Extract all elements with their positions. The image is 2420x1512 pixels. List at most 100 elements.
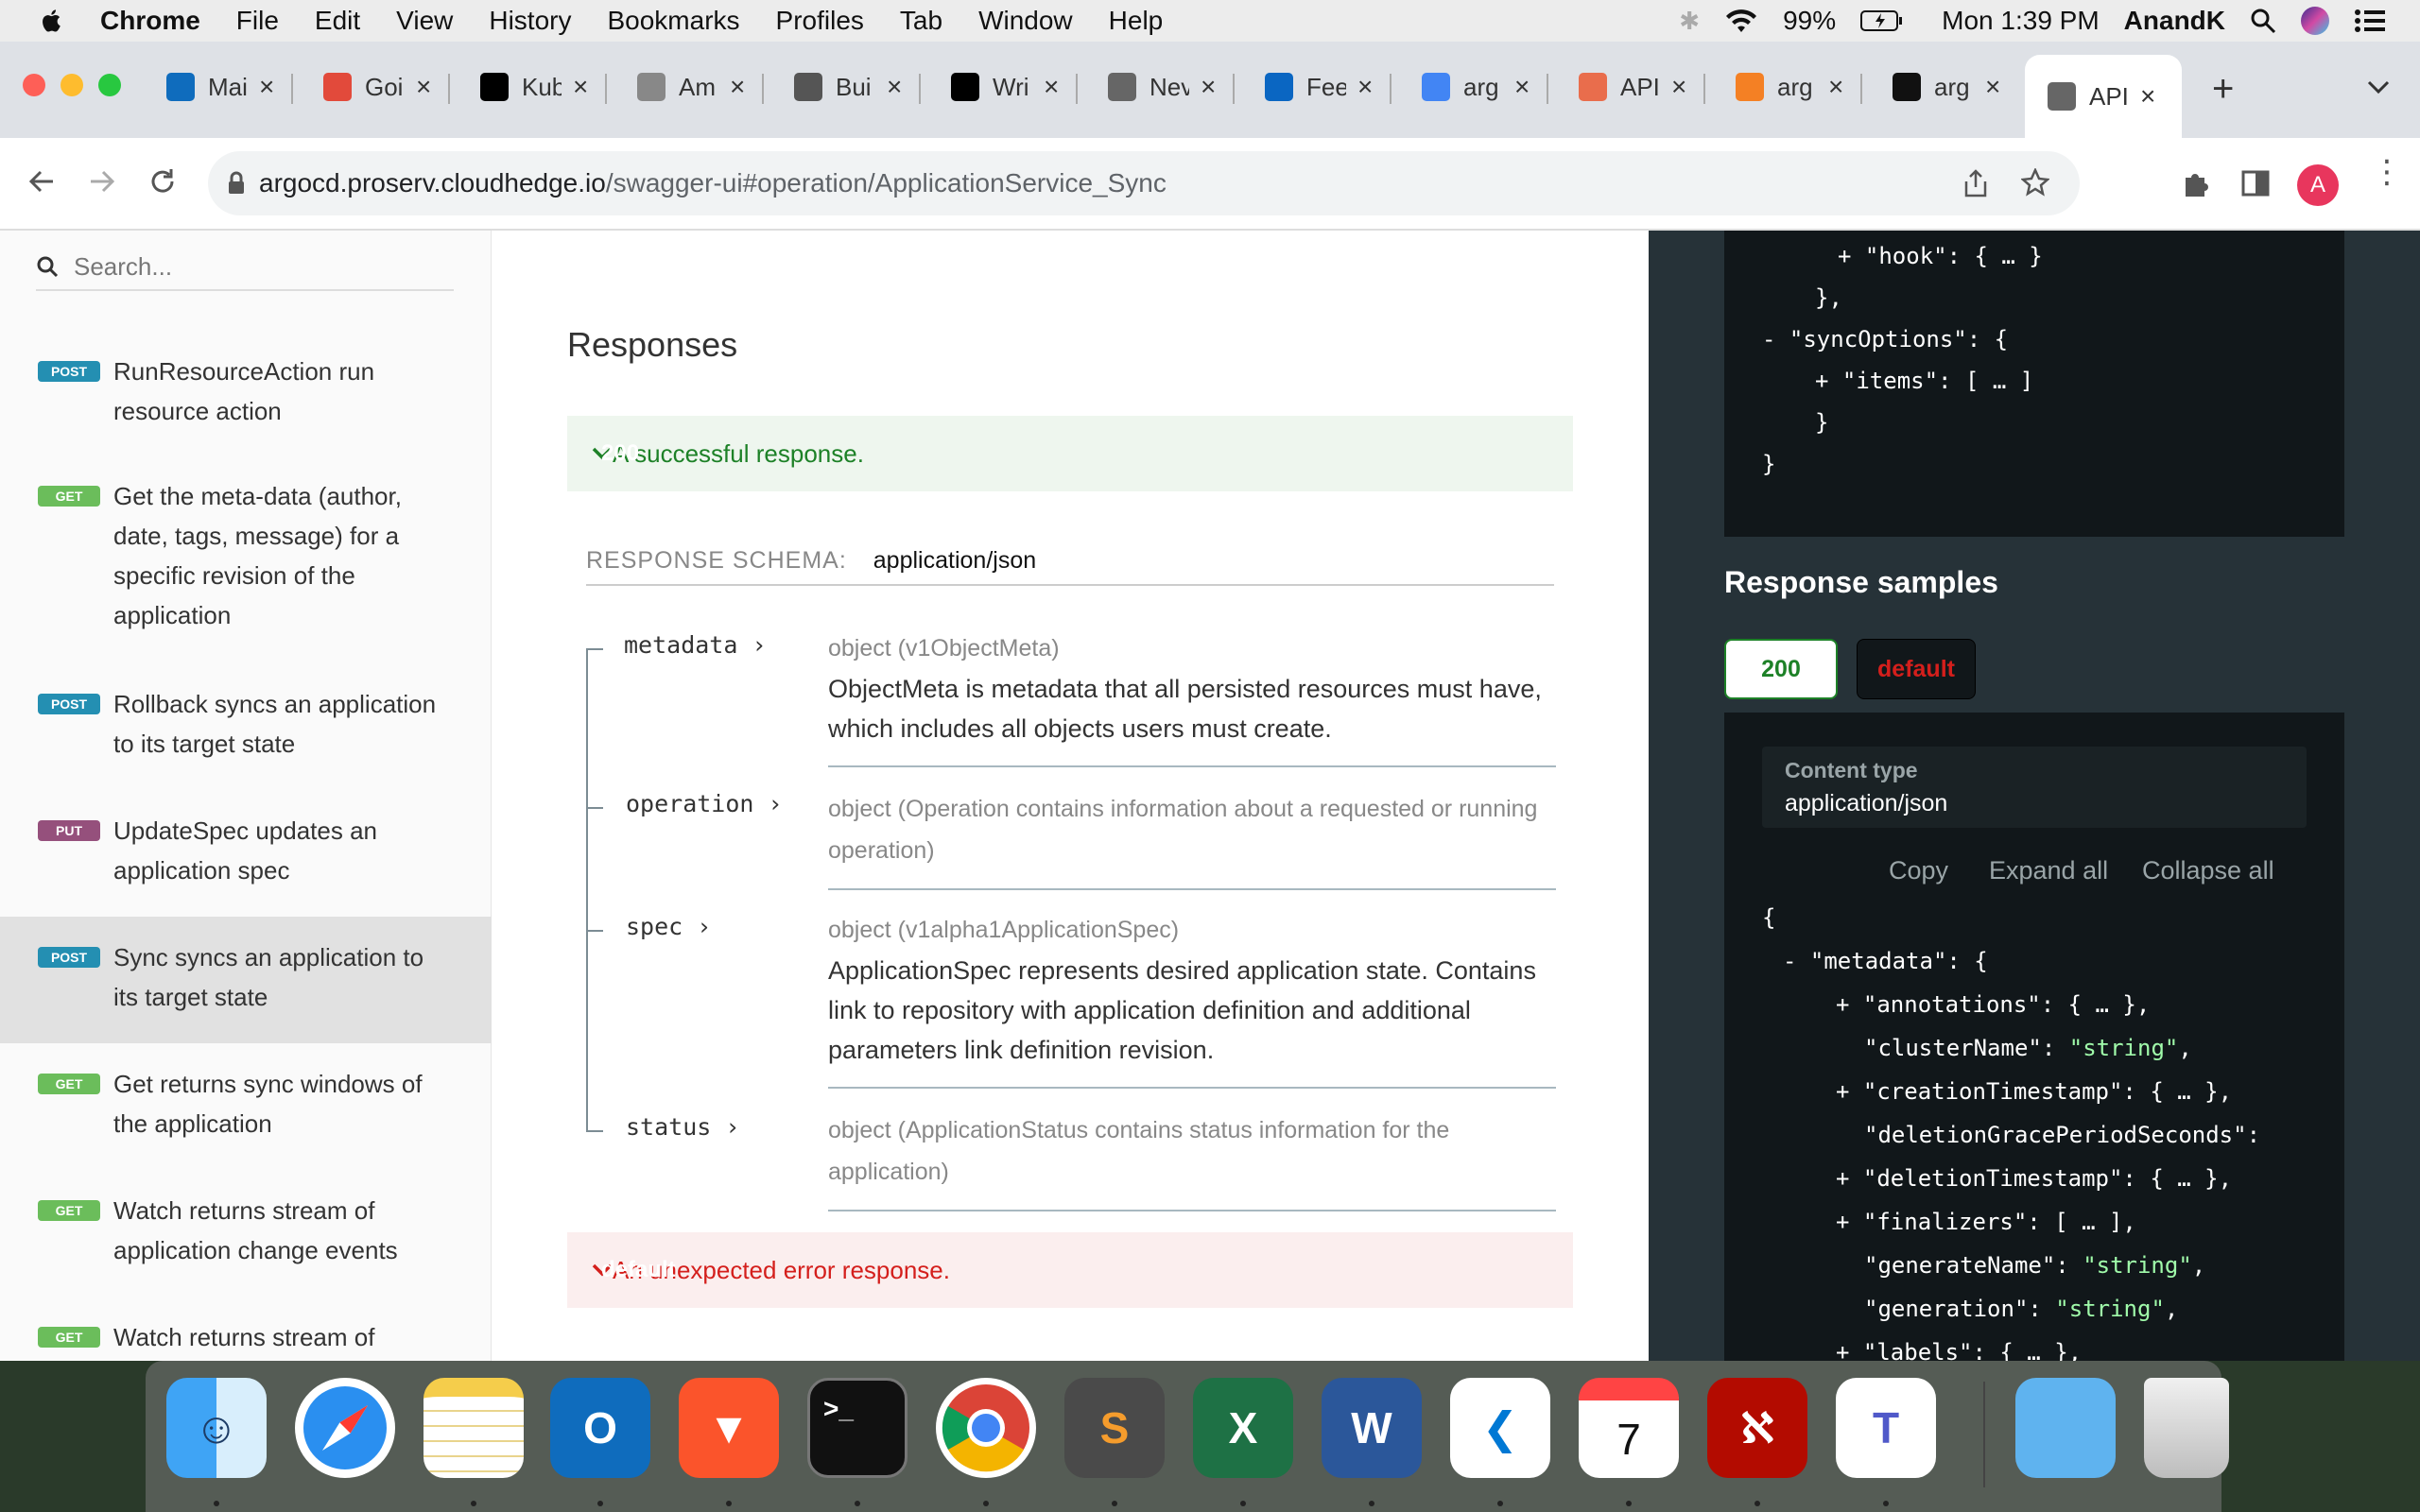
finder-icon[interactable]: ☺ — [166, 1378, 267, 1478]
menu-history[interactable]: History — [489, 6, 571, 36]
outlook-icon[interactable]: O — [550, 1378, 650, 1478]
close-tab-icon[interactable]: × — [259, 72, 274, 102]
copy-button[interactable]: Copy — [1889, 856, 1948, 885]
browser-tab[interactable]: Goi × — [323, 62, 451, 112]
lock-icon[interactable] — [227, 171, 246, 196]
minimize-window-button[interactable] — [60, 74, 83, 96]
chrome-icon[interactable] — [936, 1378, 1036, 1478]
menu-profiles[interactable]: Profiles — [776, 6, 864, 36]
downloads-folder-icon[interactable] — [2015, 1378, 2116, 1478]
close-window-button[interactable] — [23, 74, 45, 96]
browser-tab[interactable]: Bui × — [794, 62, 922, 112]
sidebar-item-watch[interactable]: GET Watch returns stream of application … — [0, 1191, 492, 1270]
browser-tab[interactable]: arg × — [1736, 62, 1863, 112]
trash-icon[interactable] — [2144, 1378, 2229, 1478]
close-tab-icon[interactable]: × — [730, 72, 745, 102]
sidebar-item-revision-metadata[interactable]: GET Get the meta-data (author, date, tag… — [0, 476, 492, 635]
side-panel-icon[interactable] — [2240, 168, 2271, 198]
share-icon[interactable] — [1962, 168, 1989, 198]
menu-help[interactable]: Help — [1109, 6, 1164, 36]
menu-view[interactable]: View — [396, 6, 453, 36]
forward-button[interactable] — [87, 166, 117, 197]
bluetooth-icon[interactable]: ✱ — [1679, 7, 1700, 36]
expand-all-button[interactable]: Expand all — [1989, 856, 2108, 885]
vscode-icon[interactable]: ❮ — [1450, 1378, 1550, 1478]
property-spec[interactable]: spec › — [626, 913, 711, 940]
browser-tab[interactable]: Mai × — [166, 62, 294, 112]
tab-title: Goi — [365, 72, 404, 101]
sample-tab-200[interactable]: 200 — [1724, 639, 1838, 699]
teams-icon[interactable]: T — [1836, 1378, 1936, 1478]
new-tab-button[interactable]: + — [2212, 68, 2234, 111]
siri-icon[interactable] — [2301, 7, 2329, 35]
apple-icon[interactable] — [38, 7, 66, 35]
browser-tab[interactable]: Wri × — [951, 62, 1079, 112]
wifi-icon[interactable] — [1724, 8, 1758, 34]
safari-icon[interactable] — [295, 1378, 395, 1478]
close-tab-icon[interactable]: × — [1357, 72, 1373, 102]
menu-file[interactable]: File — [236, 6, 279, 36]
collapse-all-button[interactable]: Collapse all — [2142, 856, 2274, 885]
brave-icon[interactable]: ▼ — [679, 1378, 779, 1478]
tab-separator — [448, 74, 451, 104]
menu-edit[interactable]: Edit — [315, 6, 360, 36]
property-operation[interactable]: operation › — [626, 790, 783, 817]
terminal-icon[interactable]: >_ — [807, 1378, 908, 1478]
reload-button[interactable] — [147, 166, 178, 197]
content-type-select[interactable]: Content type application/json — [1762, 747, 2307, 828]
property-status[interactable]: status › — [626, 1113, 739, 1141]
word-icon[interactable]: W — [1322, 1378, 1422, 1478]
close-tab-icon[interactable]: × — [1044, 72, 1059, 102]
sample-tab-default[interactable]: default — [1857, 639, 1976, 699]
notes-icon[interactable] — [424, 1378, 524, 1478]
zoom-window-button[interactable] — [98, 74, 121, 96]
response-default-toggle[interactable]: default An unexpected error response. — [567, 1232, 1573, 1308]
close-tab-icon[interactable]: × — [1828, 72, 1843, 102]
back-button[interactable] — [26, 166, 57, 197]
browser-tab[interactable]: arg × — [1893, 62, 2000, 112]
menu-bookmarks[interactable]: Bookmarks — [607, 6, 739, 36]
menu-tab[interactable]: Tab — [900, 6, 942, 36]
menu-window[interactable]: Window — [978, 6, 1073, 36]
spotlight-icon[interactable] — [2250, 8, 2276, 34]
acrobat-icon[interactable]: ℵ — [1707, 1378, 1807, 1478]
close-tab-icon[interactable]: × — [1514, 72, 1530, 102]
chrome-menu-icon[interactable]: ⋮ — [2371, 156, 2403, 188]
browser-tab[interactable]: Kub × — [480, 62, 608, 112]
close-tab-icon[interactable]: × — [1201, 72, 1216, 102]
tab-search-chevron-icon[interactable] — [2367, 79, 2390, 94]
close-tab-icon[interactable]: × — [1671, 72, 1686, 102]
close-tab-icon[interactable]: × — [1985, 72, 2000, 102]
browser-tab[interactable]: Fee × — [1265, 62, 1392, 112]
browser-tab[interactable]: Am × — [637, 62, 765, 112]
battery-icon[interactable] — [1860, 9, 1904, 32]
profile-avatar[interactable]: A — [2297, 164, 2339, 206]
browser-tab[interactable]: API × — [2025, 55, 2183, 138]
user-name[interactable]: AnandK — [2124, 6, 2225, 36]
address-bar[interactable]: argocd.proserv.cloudhedge.io/swagger-ui#… — [208, 151, 2080, 215]
sidebar-item-rollback[interactable]: POST Rollback syncs an application to it… — [0, 684, 492, 764]
clock[interactable]: Mon 1:39 PM — [1942, 6, 2100, 36]
sidebar-item-sync-windows[interactable]: GET Get returns sync windows of the appl… — [0, 1064, 492, 1143]
sidebar-search[interactable]: Search... — [36, 244, 454, 291]
property-metadata[interactable]: metadata › — [624, 631, 767, 659]
response-200-toggle[interactable]: 200 A successful response. — [567, 416, 1573, 491]
close-tab-icon[interactable]: × — [2140, 81, 2155, 112]
browser-tab[interactable]: Nev × — [1108, 62, 1236, 112]
close-tab-icon[interactable]: × — [416, 72, 431, 102]
control-center-icon[interactable] — [2354, 8, 2386, 34]
excel-icon[interactable]: X — [1193, 1378, 1293, 1478]
bookmark-star-icon[interactable] — [2021, 168, 2049, 197]
sidebar-item-watch-resource-tree[interactable]: GET Watch returns stream of application … — [0, 1317, 492, 1361]
sidebar-item-update-spec[interactable]: PUT UpdateSpec updates an application sp… — [0, 811, 492, 890]
close-tab-icon[interactable]: × — [887, 72, 902, 102]
calendar-icon[interactable]: 7 — [1579, 1378, 1679, 1478]
menu-app-name[interactable]: Chrome — [100, 6, 200, 36]
extensions-icon[interactable] — [2180, 168, 2210, 198]
close-tab-icon[interactable]: × — [573, 72, 588, 102]
sidebar-item-sync[interactable]: POST Sync syncs an application to its ta… — [0, 917, 492, 1043]
browser-tab[interactable]: arg × — [1422, 62, 1549, 112]
sidebar-item-run-resource-action[interactable]: POST RunResourceAction run resource acti… — [0, 352, 492, 431]
sublime-text-icon[interactable]: S — [1064, 1378, 1165, 1478]
browser-tab[interactable]: API × — [1579, 62, 1706, 112]
